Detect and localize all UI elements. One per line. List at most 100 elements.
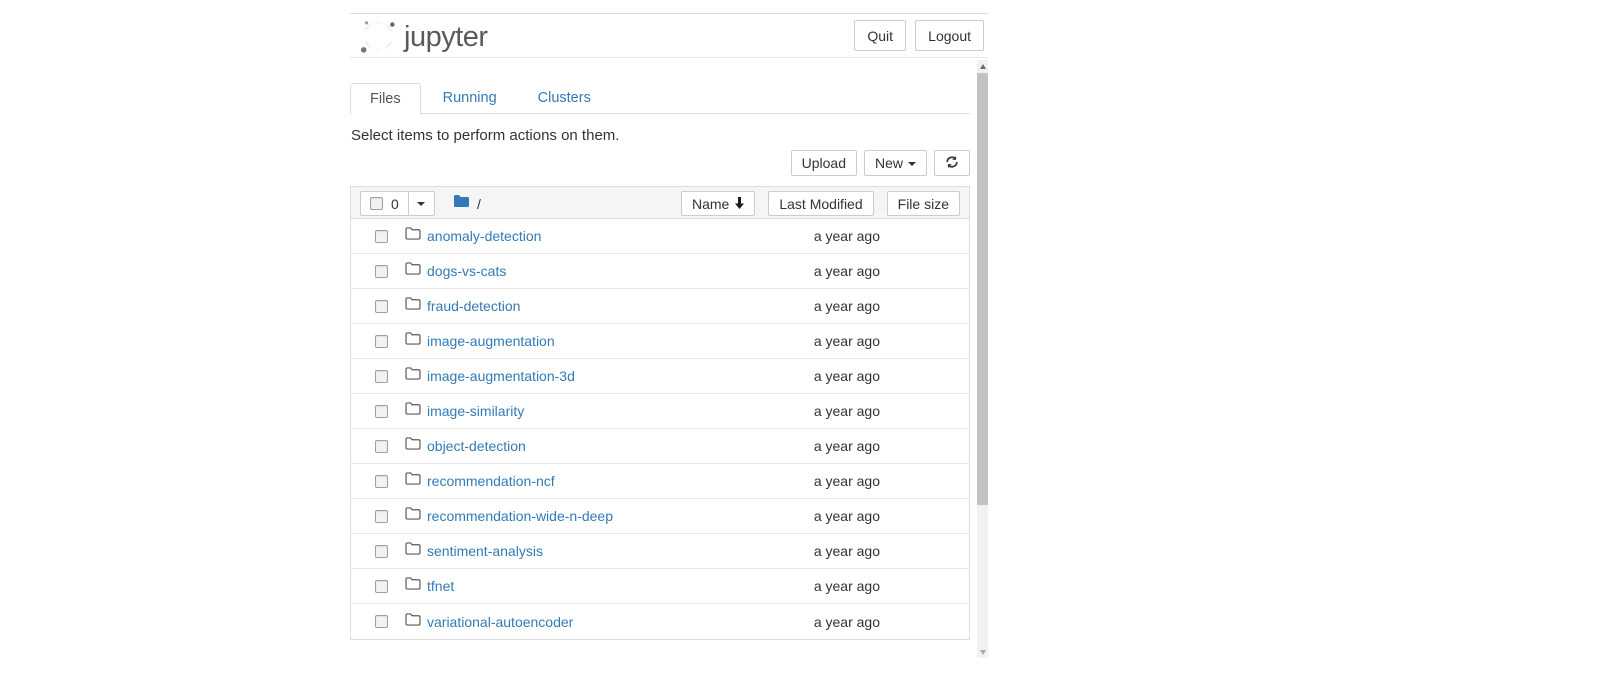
last-modified-value: a year ago <box>814 298 880 314</box>
row-checkbox[interactable] <box>375 580 388 593</box>
app-header: jupyter Quit Logout <box>350 14 988 58</box>
last-modified-value: a year ago <box>814 438 880 454</box>
file-link[interactable]: image-similarity <box>427 403 524 419</box>
select-all-checkbox[interactable] <box>370 197 383 210</box>
select-all-button[interactable]: 0 <box>360 191 409 216</box>
breadcrumb: / <box>453 194 481 213</box>
sort-by-last-modified-button[interactable]: Last Modified <box>768 191 873 216</box>
file-list: 0 / Name <box>350 186 970 640</box>
vertical-scrollbar[interactable] <box>977 60 988 658</box>
table-row: recommendation-wide-n-deep a year ago <box>351 499 969 534</box>
table-row: fraud-detection a year ago <box>351 289 969 324</box>
file-link[interactable]: recommendation-ncf <box>427 473 555 489</box>
file-link[interactable]: image-augmentation <box>427 333 555 349</box>
table-row: tfnet a year ago <box>351 569 969 604</box>
scrollbar-thumb[interactable] <box>977 73 988 505</box>
folder-icon <box>405 437 421 455</box>
table-row: image-augmentation-3d a year ago <box>351 359 969 394</box>
new-dropdown-button[interactable]: New <box>864 150 927 176</box>
folder-icon <box>405 227 421 245</box>
file-link[interactable]: fraud-detection <box>427 298 520 314</box>
last-modified-value: a year ago <box>814 263 880 279</box>
folder-icon <box>405 613 421 631</box>
file-link[interactable]: anomaly-detection <box>427 228 541 244</box>
last-modified-value: a year ago <box>814 543 880 559</box>
file-link[interactable]: tfnet <box>427 578 454 594</box>
last-modified-value: a year ago <box>814 333 880 349</box>
last-modified-value: a year ago <box>814 614 880 630</box>
table-row: sentiment-analysis a year ago <box>351 534 969 569</box>
refresh-button[interactable] <box>934 150 970 176</box>
selected-count: 0 <box>391 196 399 212</box>
file-link[interactable]: object-detection <box>427 438 526 454</box>
jupyter-app: jupyter Quit Logout Files Running Cluste… <box>350 0 988 679</box>
upload-button[interactable]: Upload <box>791 150 857 176</box>
row-checkbox[interactable] <box>375 370 388 383</box>
quit-button[interactable]: Quit <box>854 20 906 51</box>
file-list-header: 0 / Name <box>351 187 969 219</box>
folder-icon <box>405 402 421 420</box>
action-hint-text: Select items to perform actions on them. <box>351 127 619 144</box>
arrow-up-icon <box>980 64 986 69</box>
row-checkbox[interactable] <box>375 265 388 278</box>
sort-by-name-button[interactable]: Name <box>681 191 755 216</box>
jupyter-logo-icon <box>357 17 399 62</box>
chevron-down-icon <box>908 162 916 166</box>
row-checkbox[interactable] <box>375 475 388 488</box>
tab-running[interactable]: Running <box>424 83 516 113</box>
table-row: variational-autoencoder a year ago <box>351 604 969 639</box>
row-checkbox[interactable] <box>375 440 388 453</box>
file-link[interactable]: image-augmentation-3d <box>427 368 575 384</box>
last-modified-value: a year ago <box>814 368 880 384</box>
file-link[interactable]: variational-autoencoder <box>427 614 573 630</box>
row-checkbox[interactable] <box>375 300 388 313</box>
arrow-down-icon <box>735 196 744 212</box>
arrow-down-icon <box>980 650 986 655</box>
row-checkbox[interactable] <box>375 545 388 558</box>
folder-icon <box>405 332 421 350</box>
folder-icon <box>405 367 421 385</box>
row-checkbox[interactable] <box>375 230 388 243</box>
breadcrumb-root-link[interactable]: / <box>477 196 481 212</box>
folder-icon <box>405 472 421 490</box>
last-modified-value: a year ago <box>814 403 880 419</box>
last-modified-value: a year ago <box>814 508 880 524</box>
last-modified-value: a year ago <box>814 473 880 489</box>
table-row: image-similarity a year ago <box>351 394 969 429</box>
logout-button[interactable]: Logout <box>915 20 984 51</box>
table-row: dogs-vs-cats a year ago <box>351 254 969 289</box>
row-checkbox[interactable] <box>375 335 388 348</box>
jupyter-logo[interactable]: jupyter <box>357 17 488 62</box>
tab-bar: Files Running Clusters <box>350 82 970 114</box>
table-row: image-augmentation a year ago <box>351 324 969 359</box>
file-link[interactable]: recommendation-wide-n-deep <box>427 508 613 524</box>
select-all-group: 0 <box>360 191 435 216</box>
toolbar: Upload New <box>350 150 970 176</box>
row-checkbox[interactable] <box>375 405 388 418</box>
file-link[interactable]: dogs-vs-cats <box>427 263 506 279</box>
table-row: anomaly-detection a year ago <box>351 219 969 254</box>
row-checkbox[interactable] <box>375 615 388 628</box>
file-link[interactable]: sentiment-analysis <box>427 543 543 559</box>
tab-clusters[interactable]: Clusters <box>519 83 610 113</box>
folder-icon <box>405 507 421 525</box>
scroll-down-button[interactable] <box>977 646 988 658</box>
folder-icon[interactable] <box>453 194 470 213</box>
sort-by-file-size-button[interactable]: File size <box>887 191 960 216</box>
refresh-icon <box>945 155 959 172</box>
select-filter-dropdown-button[interactable] <box>409 191 435 216</box>
folder-icon <box>405 297 421 315</box>
scroll-up-button[interactable] <box>977 60 988 72</box>
folder-icon <box>405 542 421 560</box>
table-row: recommendation-ncf a year ago <box>351 464 969 499</box>
sort-buttons: Name Last Modified File size <box>681 191 960 216</box>
last-modified-value: a year ago <box>814 578 880 594</box>
last-modified-value: a year ago <box>814 228 880 244</box>
row-checkbox[interactable] <box>375 510 388 523</box>
tab-files[interactable]: Files <box>350 83 421 115</box>
folder-icon <box>405 577 421 595</box>
folder-icon <box>405 262 421 280</box>
chevron-down-icon <box>417 202 425 206</box>
table-row: object-detection a year ago <box>351 429 969 464</box>
jupyter-wordmark: jupyter <box>404 17 488 57</box>
